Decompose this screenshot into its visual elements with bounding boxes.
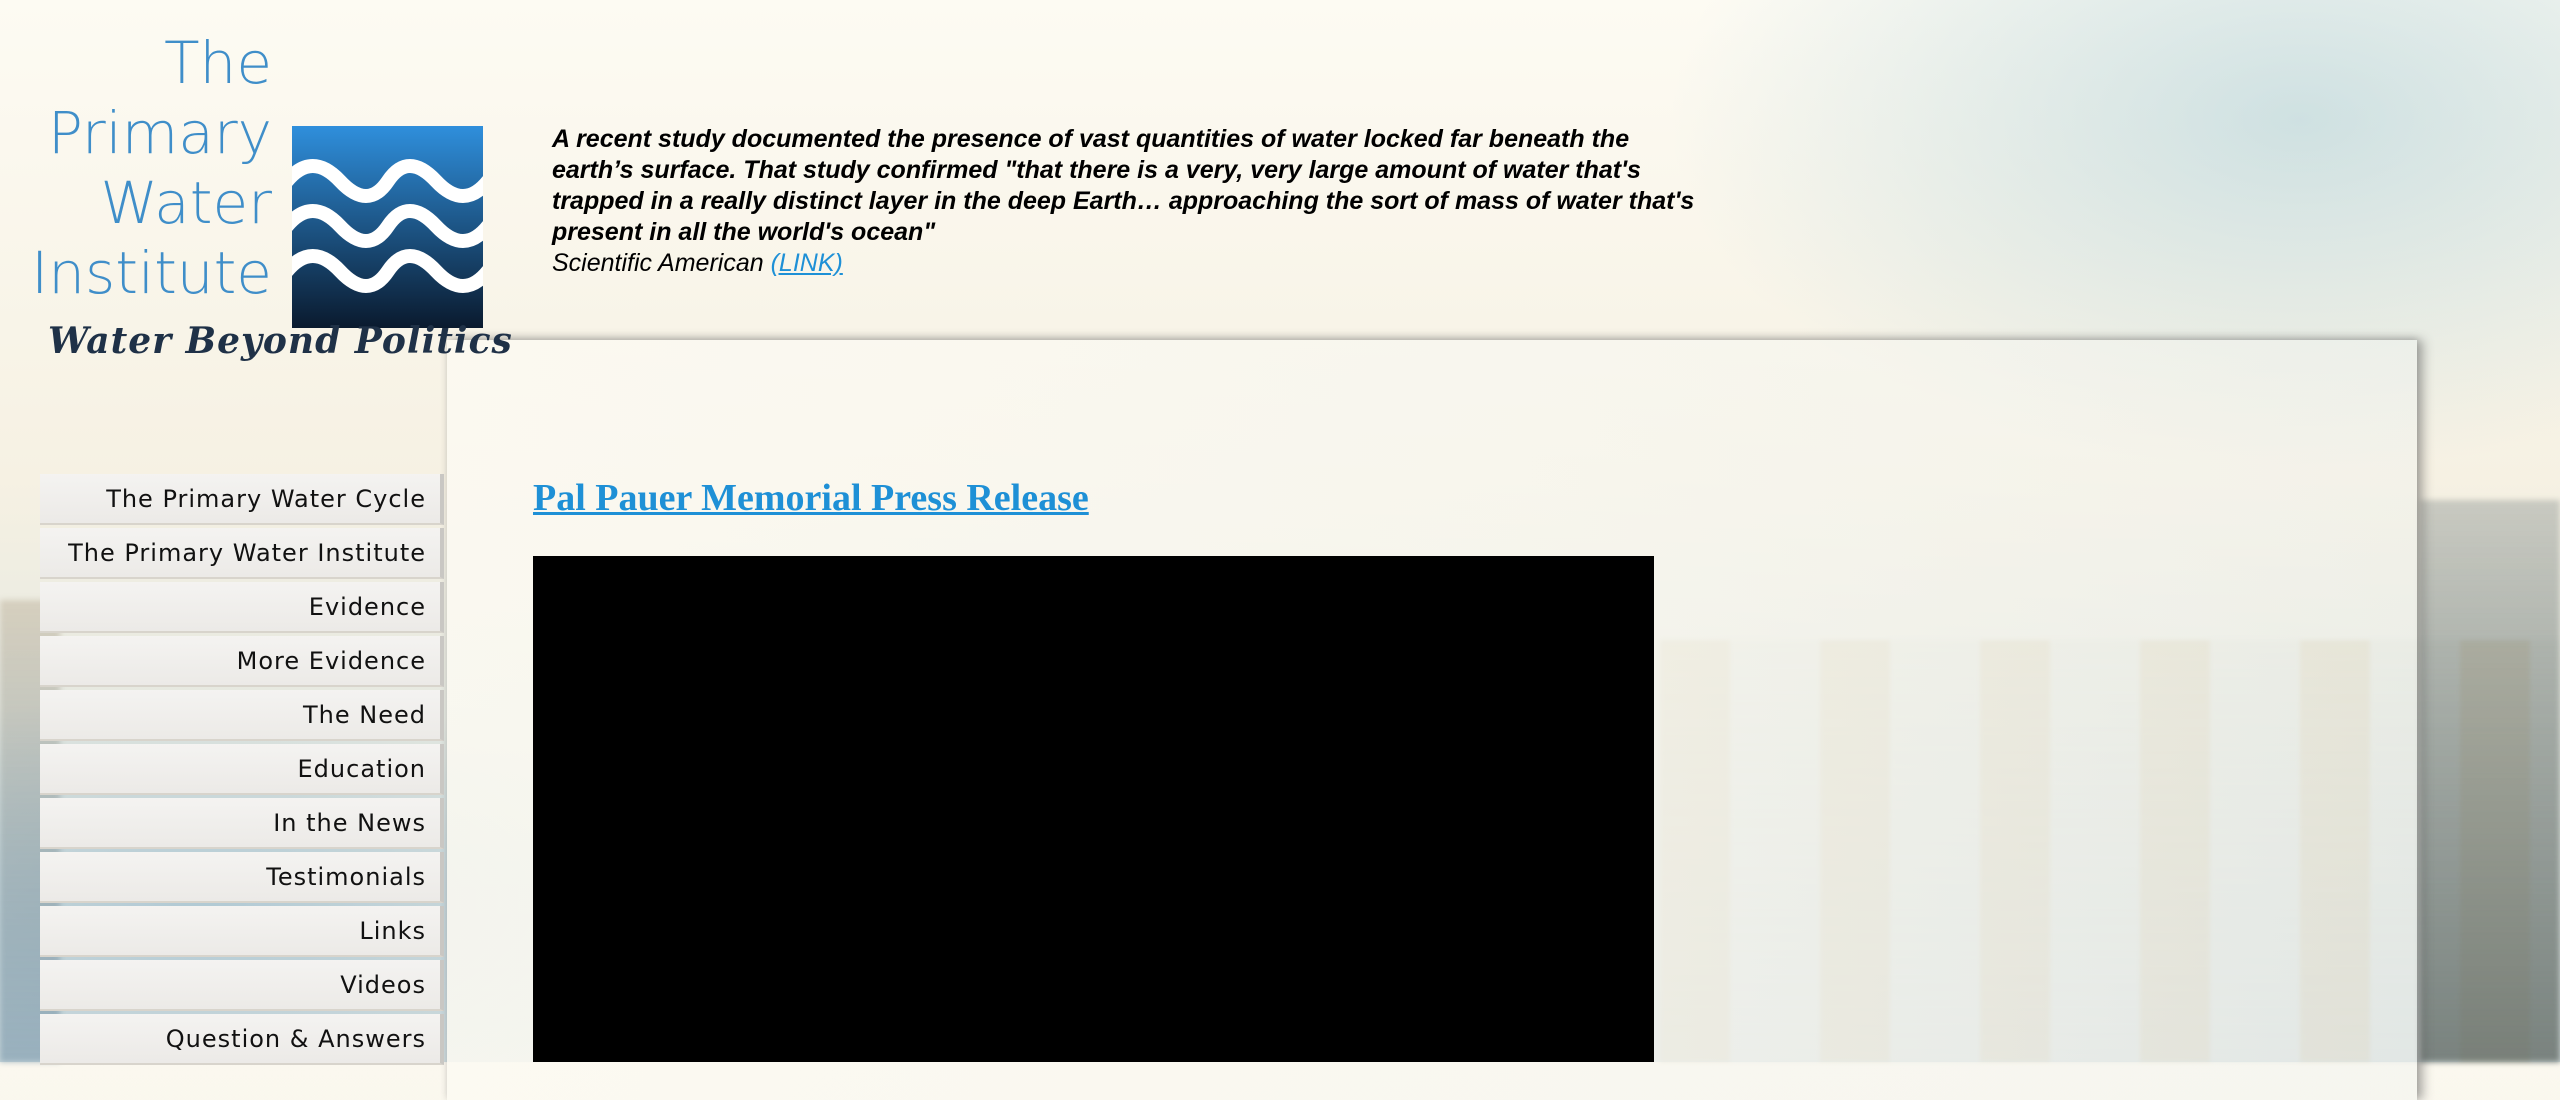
logo-line-water: Water	[100, 169, 272, 237]
quote-text: A recent study documented the presence o…	[552, 125, 1695, 246]
site-logo[interactable]: The Primary Water Institute Water Beyond…	[31, 28, 512, 368]
logo-tagline: Water Beyond Politics	[48, 320, 513, 362]
nav-item-question-answers[interactable]: Question & Answers	[40, 1014, 444, 1065]
logo-line-primary: Primary	[47, 99, 272, 167]
video-player[interactable]	[533, 556, 1654, 1062]
nav-item-primary-water-institute[interactable]: The Primary Water Institute	[40, 528, 444, 579]
background-hillside	[2420, 500, 2560, 1062]
nav-item-links[interactable]: Links	[40, 906, 444, 957]
logo-line-the: The	[164, 29, 272, 97]
nav-item-more-evidence[interactable]: More Evidence	[40, 636, 444, 687]
nav-item-videos[interactable]: Videos	[40, 960, 444, 1011]
nav-item-testimonials[interactable]: Testimonials	[40, 852, 444, 903]
sidebar-nav: The Primary Water Cycle The Primary Wate…	[40, 474, 444, 1068]
nav-item-in-the-news[interactable]: In the News	[40, 798, 444, 849]
logo-line-institute: Institute	[31, 239, 272, 307]
quote-source: Scientific American	[552, 249, 764, 277]
nav-item-education[interactable]: Education	[40, 744, 444, 795]
press-release-title-link[interactable]: Pal Pauer Memorial Press Release	[533, 476, 1089, 520]
logo-wordmark: The Primary Water Institute	[31, 28, 272, 308]
featured-quote: A recent study documented the presence o…	[552, 124, 1712, 279]
wave-logo-icon	[292, 126, 483, 328]
quote-source-link[interactable]: (LINK)	[771, 249, 843, 277]
nav-item-evidence[interactable]: Evidence	[40, 582, 444, 633]
nav-item-primary-water-cycle[interactable]: The Primary Water Cycle	[40, 474, 444, 525]
nav-item-the-need[interactable]: The Need	[40, 690, 444, 741]
